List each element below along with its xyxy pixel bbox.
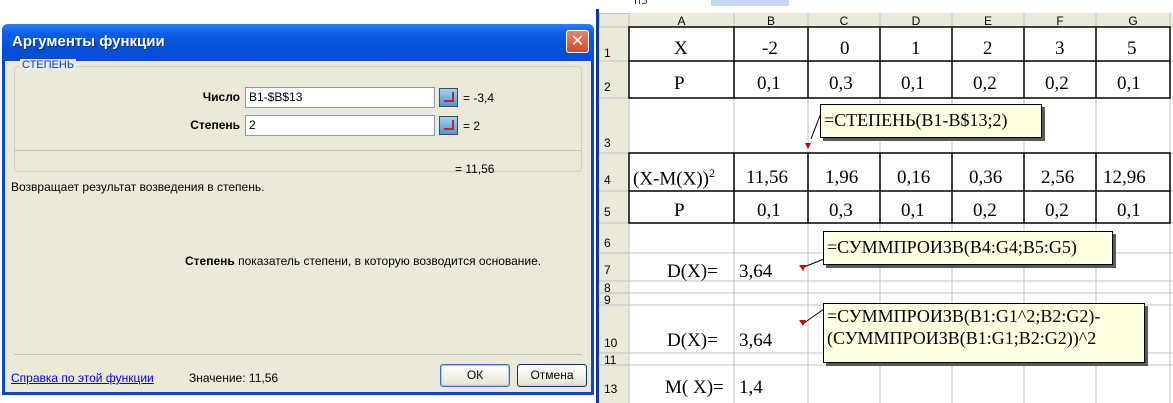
cell-f5[interactable]: 0,2 (1045, 201, 1069, 220)
cell-e2[interactable]: 0,2 (973, 74, 997, 93)
cell-c5[interactable]: 0,3 (829, 201, 853, 220)
argument-description-text: показатель степени, в которую возводится… (238, 254, 542, 268)
formula-result: = 11,56 (455, 162, 495, 176)
comment-callout-variance-alt[interactable]: =СУММПРОИЗВ(B1:G1^2;B2:G2)- (СУММПРОИЗВ(… (823, 303, 1145, 363)
cell-a4[interactable]: (X-M(X))2 (633, 167, 715, 188)
cell-d2[interactable]: 0,1 (901, 74, 925, 93)
arg-number-label: Число (202, 90, 240, 104)
cell-g5[interactable]: 0,1 (1117, 201, 1141, 220)
argument-description: Степень показатель степени, в которую во… (185, 254, 541, 268)
comment-callout-line-1: =СУММПРОИЗВ(B1:G1^2;B2:G2)- (827, 306, 1101, 326)
arg-power-result: = 2 (463, 119, 481, 133)
cell-b5[interactable]: 0,1 (757, 201, 781, 220)
comment-callout-power[interactable]: =СТЕПЕНЬ(B1-B$13;2) (820, 104, 1042, 138)
row-header-10[interactable]: 10 (599, 336, 629, 350)
value-label: Значение: (189, 371, 246, 385)
row-header-3[interactable]: 3 (599, 136, 629, 150)
column-header-c[interactable]: C (808, 14, 880, 28)
close-button[interactable]: ✕ (566, 30, 589, 53)
argument-description-name: Степень (185, 254, 235, 268)
dialog-title: Аргументы функции (12, 33, 165, 50)
cell-d5[interactable]: 0,1 (901, 201, 925, 220)
table-borders-top (628, 26, 1171, 99)
row-header-11[interactable]: 11 (599, 353, 629, 367)
arg-power-input[interactable]: 2 (245, 115, 435, 136)
cell-a13[interactable]: M( X)= (665, 378, 724, 397)
row-header-2[interactable]: 2 (599, 80, 629, 94)
range-select-icon[interactable] (439, 88, 458, 107)
row-header-7[interactable]: 7 (599, 263, 629, 277)
comment-indicators (799, 143, 811, 326)
cell-d1[interactable]: 1 (911, 39, 921, 58)
cell-f1[interactable]: 3 (1055, 39, 1065, 58)
cell-a4-text: (X-M(X)) (633, 168, 709, 190)
column-header-d[interactable]: D (880, 14, 952, 28)
select-all-corner (599, 13, 630, 28)
cell-d4[interactable]: 0,16 (897, 168, 930, 187)
function-name-label: СТЕПЕНЬ (20, 59, 77, 71)
divider (14, 354, 582, 355)
help-link[interactable]: Справка по этой функции (11, 371, 154, 385)
cell-b2[interactable]: 0,1 (757, 74, 781, 93)
cell-b7[interactable]: 3,64 (739, 262, 772, 281)
column-header-e[interactable]: E (952, 14, 1024, 28)
cell-b4[interactable]: 11,56 (746, 168, 788, 187)
column-header-g[interactable]: G (1096, 14, 1170, 28)
function-description: Возвращает результат возведения в степен… (11, 180, 265, 194)
row-header-6[interactable]: 6 (599, 236, 629, 250)
value-display: Значение: 11,56 (189, 371, 278, 385)
row-header-5[interactable]: 5 (599, 205, 629, 219)
comment-callout-line-2: (СУММПРОИЗВ(B1:G1;B2:G2))^2 (827, 327, 1097, 348)
cell-b13[interactable]: 1,4 (739, 378, 763, 397)
column-header-b[interactable]: B (734, 14, 808, 28)
cell-b1[interactable]: -2 (762, 39, 778, 58)
row-header-13[interactable]: 13 (599, 382, 629, 396)
cell-f2[interactable]: 0,2 (1045, 74, 1069, 93)
cell-g4[interactable]: 12,96 (1103, 168, 1146, 187)
cell-e5[interactable]: 0,2 (973, 201, 997, 220)
cell-c4[interactable]: 1,96 (825, 168, 858, 187)
cell-e1[interactable]: 2 (983, 39, 993, 58)
value-text: 11,56 (248, 371, 279, 385)
cancel-button[interactable]: Отмена (517, 364, 587, 387)
cell-a5[interactable]: P (674, 201, 685, 220)
cell-e4[interactable]: 0,36 (969, 168, 1002, 187)
cell-a7[interactable]: D(X)= (667, 262, 718, 281)
cell-a10[interactable]: D(X)= (667, 331, 718, 350)
cell-a4-superscript: 2 (708, 166, 715, 180)
row-header-9[interactable]: 9 (599, 293, 629, 307)
cell-a2[interactable]: P (674, 74, 685, 93)
cell-c2[interactable]: 0,3 (829, 74, 853, 93)
arg-number-result: = -3,4 (463, 91, 495, 105)
cell-g1[interactable]: 5 (1127, 39, 1137, 58)
row-header-4[interactable]: 4 (599, 173, 629, 187)
comment-callout-variance[interactable]: =СУММПРОИЗВ(B4:G4;B5:G5) (823, 231, 1113, 265)
dialog-titlebar[interactable]: Аргументы функции ✕ (2, 24, 594, 61)
cell-b10[interactable]: 3,64 (739, 331, 772, 350)
range-select-icon[interactable] (439, 116, 458, 135)
ok-button[interactable]: ОК (440, 364, 510, 387)
close-icon: ✕ (570, 31, 585, 50)
cell-f4[interactable]: 2,56 (1041, 168, 1074, 187)
function-arguments-group: СТЕПЕНЬ Число B1-$B$13 = -3,4 Степень 2 … (14, 59, 582, 172)
arg-power-label: Степень (190, 118, 240, 132)
column-header-f[interactable]: F (1024, 14, 1096, 28)
name-box-fragment: n3 (634, 0, 648, 7)
column-header-a[interactable]: A (629, 14, 734, 28)
formula-bar-fragment: n3 (598, 0, 1173, 12)
divider (14, 150, 582, 151)
cell-c1[interactable]: 0 (840, 39, 850, 58)
cell-a1[interactable]: X (674, 39, 688, 58)
function-arguments-dialog: Аргументы функции ✕ СТЕПЕНЬ Число B1-$B$… (2, 24, 594, 395)
row-header-1[interactable]: 1 (599, 46, 629, 60)
cell-g2[interactable]: 0,1 (1117, 74, 1141, 93)
formula-selection-fragment (711, 0, 789, 6)
arg-number-input[interactable]: B1-$B$13 (245, 87, 435, 108)
